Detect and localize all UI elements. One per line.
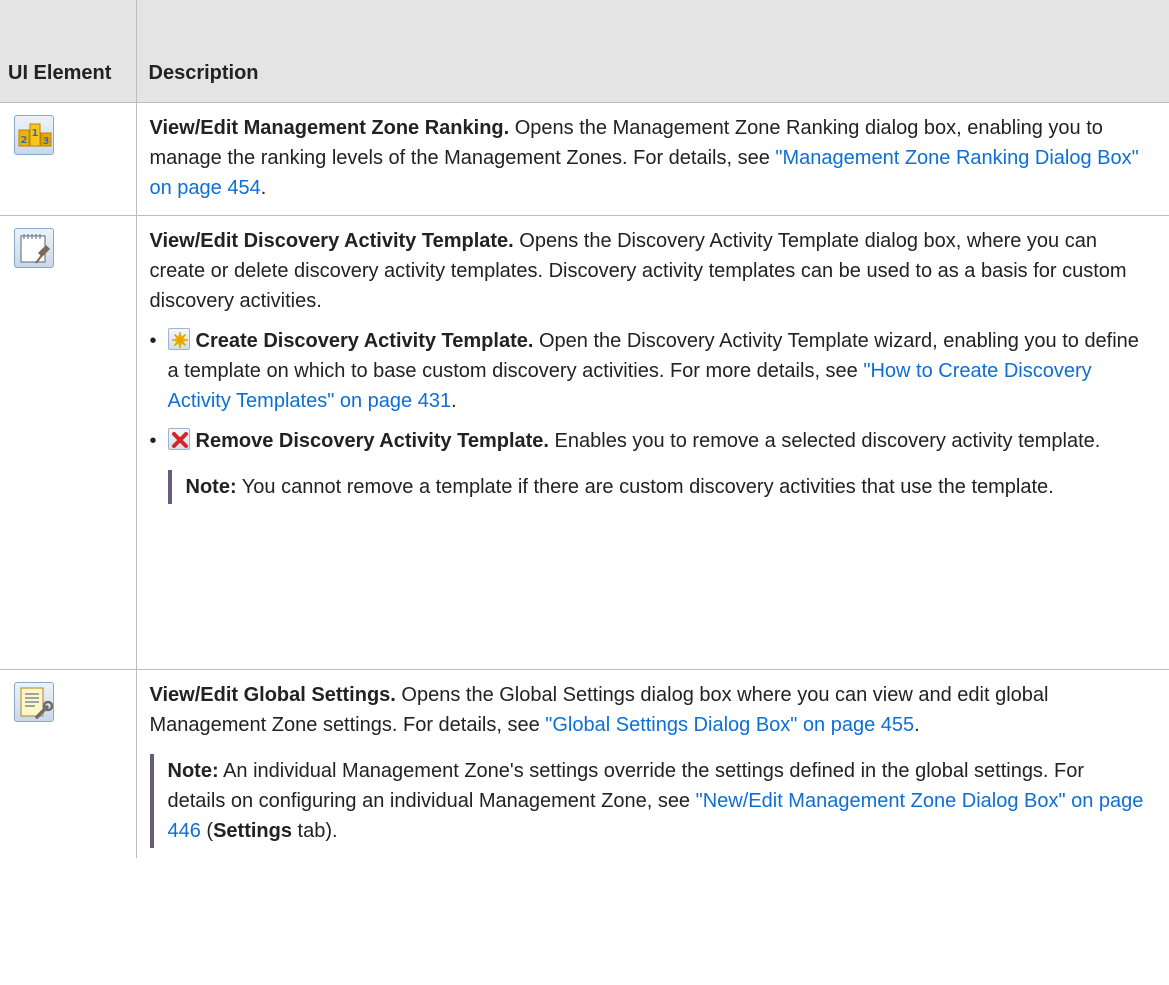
note-box: Note: You cannot remove a template if th… (167, 469, 1146, 504)
table-row: 2 1 3 View/Edit Management Zone Ranking.… (0, 102, 1169, 216)
list-item: Create Discovery Activity Template. Open… (150, 326, 1146, 416)
svg-text:3: 3 (43, 136, 50, 147)
header-ui-element: UI Element (0, 0, 137, 103)
row-description: View/Edit Discovery Activity Template. O… (136, 215, 1169, 670)
note-label: Note: (167, 759, 219, 782)
settings-tab-label: Settings (213, 819, 292, 842)
ui-element-table: UI Element Description 2 1 3 View/Edit M… (0, 0, 1169, 858)
global-settings-icon[interactable] (14, 681, 54, 722)
row-description: View/Edit Management Zone Ranking. Opens… (136, 102, 1169, 216)
table-row: View/Edit Discovery Activity Template. O… (0, 215, 1169, 670)
row-title: View/Edit Global Settings. (149, 683, 396, 706)
discovery-activity-template-icon[interactable] (14, 227, 54, 268)
row-title: View/Edit Management Zone Ranking. (149, 116, 510, 139)
row-title: View/Edit Discovery Activity Template. (149, 229, 514, 252)
list-item: Remove Discovery Activity Template. Enab… (150, 426, 1146, 504)
table-row: View/Edit Global Settings. Opens the Glo… (0, 669, 1169, 858)
note-box: Note: An individual Management Zone's se… (149, 753, 1146, 848)
option-list: Create Discovery Activity Template. Open… (150, 326, 1146, 504)
header-description: Description (136, 0, 1169, 103)
note-label: Note: (185, 475, 237, 498)
bullet-title: Create Discovery Activity Template. (195, 329, 534, 352)
global-settings-link[interactable]: "Global Settings Dialog Box" on page 455 (545, 714, 914, 736)
table-header-row: UI Element Description (0, 0, 1169, 103)
svg-text:1: 1 (32, 128, 39, 139)
row-description: View/Edit Global Settings. Opens the Glo… (136, 669, 1169, 858)
create-template-icon[interactable] (167, 327, 190, 350)
svg-text:2: 2 (21, 135, 28, 146)
bullet-title: Remove Discovery Activity Template. (195, 429, 549, 452)
management-zone-ranking-icon[interactable]: 2 1 3 (14, 114, 54, 155)
remove-template-icon[interactable] (167, 427, 190, 450)
